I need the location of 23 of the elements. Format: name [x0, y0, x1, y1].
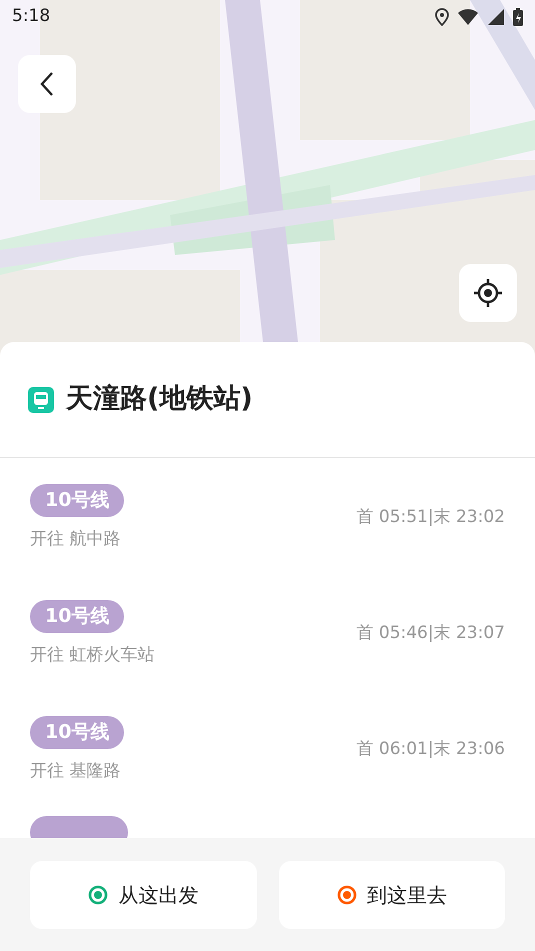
service-hours: 首 06:01|末 23:06 — [356, 738, 505, 762]
locate-icon — [473, 278, 503, 308]
status-time: 5:18 — [12, 5, 50, 28]
wifi-icon — [457, 8, 479, 26]
direction-text: 开往 虹桥火车站 — [30, 644, 154, 667]
go-here-button[interactable]: 到这里去 — [278, 860, 505, 928]
line-badge: 10号线 — [30, 716, 124, 749]
signal-icon — [487, 8, 505, 26]
back-button[interactable] — [18, 55, 76, 113]
depart-button[interactable]: 从这出发 — [30, 860, 256, 928]
locate-button[interactable] — [459, 264, 517, 322]
station-title: 天潼路(地铁站) — [66, 382, 253, 416]
metro-icon — [28, 386, 54, 412]
start-point-icon — [88, 884, 108, 904]
line-badge: 10号线 — [30, 600, 124, 633]
location-icon — [435, 8, 449, 26]
service-hours: 首 05:46|末 23:07 — [356, 622, 505, 646]
battery-icon — [513, 8, 523, 26]
service-hours: 首 05:51|末 23:02 — [356, 506, 505, 530]
end-point-icon — [336, 884, 357, 904]
direction-text: 开往 航中路 — [30, 528, 122, 551]
direction-text: 开往 基隆路 — [30, 760, 122, 783]
line-badge: 10号线 — [30, 484, 124, 517]
